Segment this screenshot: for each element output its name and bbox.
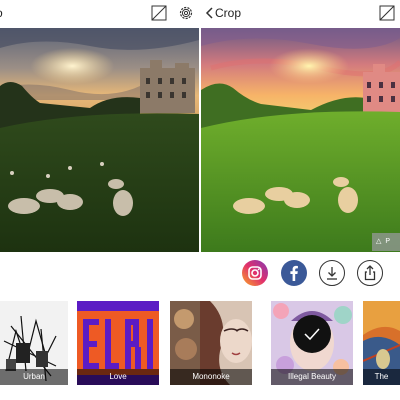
filter-tile-mononoke[interactable]: Mononoke <box>170 301 252 385</box>
filter-label: Mononoke <box>170 369 252 385</box>
filter-label: Love <box>77 369 159 385</box>
compare-divider[interactable] <box>199 28 201 252</box>
download-icon[interactable] <box>319 260 345 286</box>
filtered-photo <box>201 28 400 252</box>
gear-icon[interactable] <box>178 5 194 21</box>
filtered-photo-image <box>201 28 400 252</box>
selected-filter-check <box>293 315 331 353</box>
compare-icon[interactable] <box>151 5 167 21</box>
premium-badge[interactable]: △ P <box>372 233 400 251</box>
original-header: o <box>0 0 200 28</box>
filter-tile-love[interactable]: Love <box>77 301 159 385</box>
left-title[interactable]: o <box>0 6 3 20</box>
filter-carousel[interactable]: Urban Love Mononoke Illegal Beauty The <box>0 301 400 385</box>
compare-icon[interactable] <box>379 5 395 21</box>
instagram-icon[interactable] <box>242 260 268 286</box>
share-icon[interactable] <box>357 260 383 286</box>
filter-label: Urban <box>0 369 68 385</box>
original-photo-image <box>0 28 199 252</box>
checkmark-icon <box>304 328 320 341</box>
share-row <box>0 260 400 290</box>
crop-header: Crop <box>201 0 400 28</box>
premium-badge-label: P <box>385 238 392 245</box>
filter-tile-urban[interactable]: Urban <box>0 301 68 385</box>
filter-label: Illegal Beauty <box>271 369 353 385</box>
chevron-left-icon[interactable] <box>204 6 214 20</box>
premium-badge-icon: △ <box>376 238 383 245</box>
original-photo <box>0 28 199 252</box>
filter-tile-the[interactable]: The <box>363 301 400 385</box>
crop-button[interactable]: Crop <box>215 6 241 20</box>
top-bar: o Crop <box>0 0 400 28</box>
facebook-icon[interactable] <box>281 260 307 286</box>
filter-tile-illegal-beauty[interactable]: Illegal Beauty <box>271 301 353 385</box>
filter-label: The <box>363 369 400 385</box>
